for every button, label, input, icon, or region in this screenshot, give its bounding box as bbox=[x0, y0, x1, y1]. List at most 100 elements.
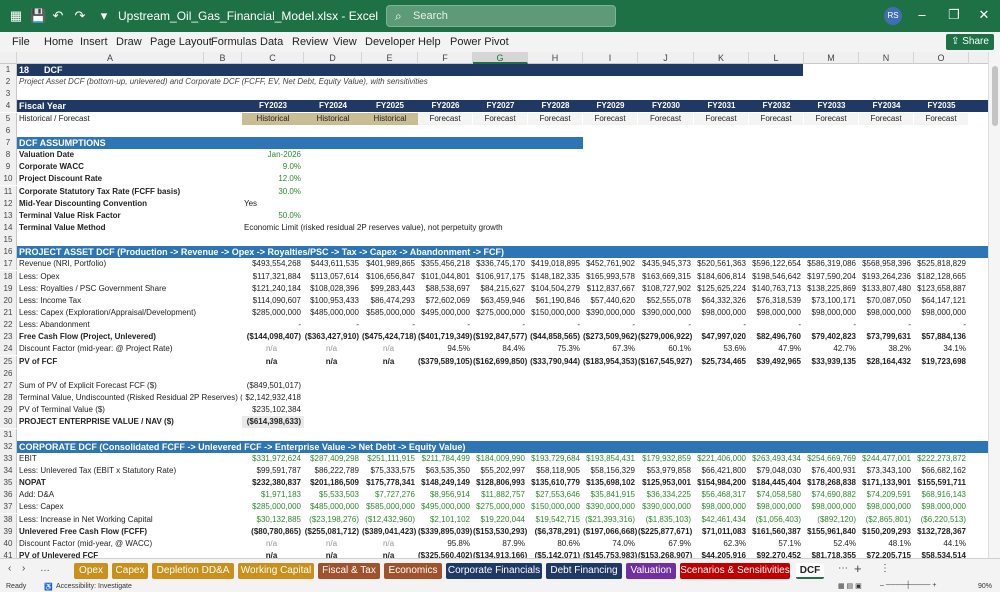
value-cell[interactable]: $211,784,499 bbox=[418, 453, 473, 465]
value-cell[interactable]: ($401,719,349) bbox=[418, 331, 473, 343]
value-cell[interactable]: ($153,268,907) bbox=[638, 550, 694, 558]
value-cell[interactable]: $2,101,102 bbox=[418, 514, 473, 526]
value-cell[interactable]: ($6,220,513) bbox=[914, 514, 969, 526]
value-cell[interactable]: n/a bbox=[362, 550, 418, 558]
value-cell[interactable]: ($192,847,577) bbox=[473, 331, 528, 343]
value-cell[interactable]: $150,000,000 bbox=[528, 307, 583, 319]
value-cell[interactable]: $108,028,396 bbox=[304, 283, 362, 295]
value-cell[interactable]: 53.6% bbox=[694, 343, 749, 355]
column-header-M[interactable]: M bbox=[804, 52, 859, 64]
summary-value[interactable]: ($614,398,633) bbox=[242, 416, 304, 428]
value-cell[interactable]: 75.3% bbox=[528, 343, 583, 355]
row-number[interactable]: 29 bbox=[0, 404, 17, 417]
row-number[interactable]: 40 bbox=[0, 537, 17, 550]
value-cell[interactable]: $171,133,901 bbox=[859, 477, 914, 489]
value-cell[interactable]: ($145,753,983) bbox=[583, 550, 638, 558]
value-cell[interactable]: $68,916,143 bbox=[914, 489, 969, 501]
menu-file[interactable]: File bbox=[12, 36, 30, 48]
row-number[interactable]: 1 bbox=[0, 64, 17, 76]
value-cell[interactable]: ($389,041,423) bbox=[362, 526, 418, 538]
line-item-label[interactable]: PV of FCF bbox=[17, 356, 242, 368]
worksheet-grid[interactable]: 1 18 DCF 2 Project Asset DCF (bottom-up, unl… bbox=[0, 64, 988, 558]
sheet-title[interactable]: DCF bbox=[42, 64, 142, 76]
value-cell[interactable]: $33,939,135 bbox=[804, 356, 859, 368]
value-cell[interactable]: $198,546,642 bbox=[749, 271, 804, 283]
value-cell[interactable]: $161,560,387 bbox=[749, 526, 804, 538]
value-cell[interactable]: n/a bbox=[242, 538, 304, 550]
value-cell[interactable]: $64,332,326 bbox=[694, 295, 749, 307]
year-header[interactable]: FY2028 bbox=[528, 100, 583, 112]
value-cell[interactable]: ($6,378,291) bbox=[528, 526, 583, 538]
value-cell[interactable]: $56,468,317 bbox=[694, 489, 749, 501]
value-cell[interactable]: $30,132,885 bbox=[242, 514, 304, 526]
summary-value[interactable]: $235,102,384 bbox=[242, 404, 304, 416]
undo-icon[interactable]: ↶ bbox=[50, 8, 66, 24]
year-header[interactable]: FY2034 bbox=[859, 100, 914, 112]
row-number[interactable]: 12 bbox=[0, 197, 17, 210]
value-cell[interactable]: $74,690,882 bbox=[804, 489, 859, 501]
column-header-H[interactable]: H bbox=[528, 52, 583, 64]
row-number[interactable]: 28 bbox=[0, 392, 17, 405]
row-number[interactable]: 18 bbox=[0, 270, 17, 283]
line-item-label[interactable]: Discount Factor (mid-year, @ WACC) bbox=[17, 538, 242, 550]
menu-formulas[interactable]: Formulas bbox=[211, 36, 257, 48]
value-cell[interactable]: $125,953,001 bbox=[638, 477, 694, 489]
hf-pill[interactable]: Forecast bbox=[473, 112, 528, 125]
assumptions-header[interactable]: DCF ASSUMPTIONS bbox=[17, 137, 317, 149]
menu-developer[interactable]: Developer bbox=[365, 36, 415, 48]
value-cell[interactable]: $148,182,335 bbox=[528, 271, 583, 283]
value-cell[interactable]: n/a bbox=[242, 356, 304, 368]
row-number[interactable]: 41 bbox=[0, 550, 17, 558]
assumption-value[interactable]: 12.0% bbox=[242, 173, 304, 185]
value-cell[interactable]: $179,932,859 bbox=[638, 453, 694, 465]
value-cell[interactable]: $121,240,184 bbox=[242, 283, 304, 295]
minimize-icon[interactable]: – bbox=[912, 7, 932, 22]
value-cell[interactable]: $520,561,363 bbox=[694, 258, 749, 270]
value-cell[interactable]: $113,057,614 bbox=[304, 271, 362, 283]
value-cell[interactable]: ($892,120) bbox=[804, 514, 859, 526]
line-item-label[interactable]: PV of Unlevered FCF bbox=[17, 550, 242, 558]
sheet-subtitle[interactable]: Project Asset DCF (bottom-up, unlevered)… bbox=[17, 76, 617, 88]
value-cell[interactable]: $133,807,480 bbox=[859, 283, 914, 295]
value-cell[interactable]: $123,658,887 bbox=[914, 283, 969, 295]
value-cell[interactable]: - bbox=[528, 319, 583, 331]
value-cell[interactable]: - bbox=[362, 319, 418, 331]
value-cell[interactable]: n/a bbox=[304, 550, 362, 558]
column-header-O[interactable]: O bbox=[914, 52, 969, 64]
zoom-level[interactable]: 90% bbox=[978, 583, 992, 590]
value-cell[interactable]: 47.9% bbox=[749, 343, 804, 355]
assumption-value[interactable]: 30.0% bbox=[242, 186, 304, 198]
value-cell[interactable]: $585,000,000 bbox=[362, 307, 418, 319]
value-cell[interactable]: $232,380,837 bbox=[242, 477, 304, 489]
year-header[interactable]: FY2030 bbox=[638, 100, 694, 112]
row-number[interactable]: 19 bbox=[0, 282, 17, 295]
value-cell[interactable]: 38.2% bbox=[859, 343, 914, 355]
column-header-L[interactable]: L bbox=[749, 52, 804, 64]
value-cell[interactable]: $138,225,869 bbox=[804, 283, 859, 295]
value-cell[interactable]: $155,591,711 bbox=[914, 477, 969, 489]
value-cell[interactable]: $98,000,000 bbox=[914, 307, 969, 319]
row-number[interactable]: 27 bbox=[0, 379, 17, 392]
accessibility-status[interactable]: Accessibility: Investigate bbox=[56, 583, 132, 590]
row-number[interactable]: 7 bbox=[0, 136, 17, 149]
value-cell[interactable]: $98,000,000 bbox=[859, 307, 914, 319]
assumption-value[interactable]: Yes bbox=[242, 198, 302, 210]
value-cell[interactable]: $57,440,620 bbox=[583, 295, 638, 307]
value-cell[interactable]: $86,474,293 bbox=[362, 295, 418, 307]
row-number[interactable]: 25 bbox=[0, 355, 17, 368]
sheet-tab-debt-financing[interactable]: Debt Financing bbox=[546, 563, 622, 579]
value-cell[interactable]: ($273,509,962) bbox=[583, 331, 638, 343]
summary-value[interactable]: ($849,501,017) bbox=[242, 380, 304, 392]
row-number[interactable]: 11 bbox=[0, 185, 17, 198]
value-cell[interactable]: - bbox=[804, 319, 859, 331]
value-cell[interactable]: ($134,913,166) bbox=[473, 550, 528, 558]
value-cell[interactable]: n/a bbox=[304, 538, 362, 550]
more-tabs-icon[interactable]: ⋯ bbox=[838, 563, 848, 574]
value-cell[interactable]: $222,273,872 bbox=[914, 453, 969, 465]
column-header-I[interactable]: I bbox=[583, 52, 638, 64]
value-cell[interactable]: ($80,780,865) bbox=[242, 526, 304, 538]
value-cell[interactable]: $221,406,000 bbox=[694, 453, 749, 465]
value-cell[interactable]: $64,147,121 bbox=[914, 295, 969, 307]
assumption-value[interactable]: Economic Limit (risked residual 2P reser… bbox=[242, 222, 742, 234]
value-cell[interactable]: ($167,545,927) bbox=[638, 356, 694, 368]
